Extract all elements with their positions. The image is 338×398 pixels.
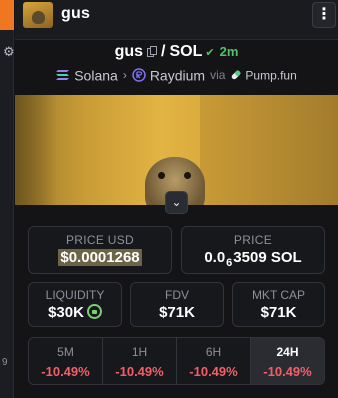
solana-icon (56, 70, 70, 81)
price-usd-label: PRICE USD (65, 233, 135, 247)
raydium-icon (132, 68, 146, 83)
lock-icon[interactable] (86, 304, 102, 319)
token-avatar (23, 2, 53, 28)
timeframe-change: -10.49% (189, 364, 238, 379)
fdv-card: FDV $71K (130, 282, 224, 327)
pill-icon (232, 70, 241, 80)
chain-name[interactable]: Solana (74, 67, 118, 83)
price-usd-value: $0.0001268 (58, 249, 142, 266)
pair-age: 2m (219, 44, 239, 59)
sprout-icon: ✔ (205, 47, 215, 59)
price-usd-card: PRICE USD $0.0001268 (28, 226, 172, 274)
price-native-card: PRICE 0.063509 SOL (181, 226, 325, 274)
timeframe-label: 1H (131, 345, 148, 359)
timeframe-tab-5m[interactable]: 5M -10.49% (29, 338, 103, 384)
fdv-label: FDV (165, 288, 189, 302)
timeframe-label: 24H (276, 345, 299, 359)
liquidity-label: LIQUIDITY (45, 288, 105, 302)
via-label: via (210, 68, 226, 83)
pair-quote: SOL (169, 43, 203, 60)
token-header: gus ⋮ (15, 0, 338, 40)
timeframe-change: -10.49% (115, 364, 164, 379)
liquidity-card: LIQUIDITY $30K (28, 282, 122, 327)
market-cap-label: MKT CAP (251, 288, 306, 302)
fdv-value: $71K (159, 304, 195, 321)
liquidity-value: $30K (48, 304, 84, 321)
pair-separator: / (161, 43, 166, 60)
dex-name[interactable]: Raydium (150, 67, 205, 83)
timeframe-change: -10.49% (41, 364, 90, 379)
timeframe-changes: 5M -10.49% 1H -10.49% 6H -10.49% 24H -10… (28, 337, 325, 385)
more-vertical-icon[interactable]: ⋮ (312, 2, 336, 28)
rail-fragment: 9 (2, 357, 8, 368)
token-title: gus (61, 5, 91, 22)
price-native-value: 0.063509 SOL (204, 249, 302, 269)
timeframe-change: -10.49% (263, 364, 312, 379)
token-banner-image (15, 95, 338, 205)
market-cap-value: $71K (260, 304, 297, 321)
chevron-down-icon[interactable]: ⌄ (165, 191, 188, 214)
market-cap-card: MKT CAP $71K (232, 282, 325, 327)
pair-base: gus (114, 43, 144, 60)
timeframe-label: 6H (205, 345, 222, 359)
timeframe-tab-24h[interactable]: 24H -10.49% (251, 338, 324, 384)
rail-accent (0, 0, 14, 30)
left-rail: ⚙ 9 (0, 0, 15, 398)
copy-icon[interactable] (147, 46, 158, 57)
timeframe-tab-6h[interactable]: 6H -10.49% (177, 338, 251, 384)
chevron-right-icon: › (122, 68, 127, 83)
timeframe-label: 5M (57, 345, 74, 359)
launchpad-name[interactable]: Pump.fun (245, 68, 296, 82)
pair-line: gus / SOL ✔ 2m (15, 43, 338, 61)
timeframe-tab-1h[interactable]: 1H -10.49% (103, 338, 177, 384)
price-native-label: PRICE (233, 233, 273, 247)
route-line: Solana › Raydium via Pump.fun (15, 66, 338, 83)
